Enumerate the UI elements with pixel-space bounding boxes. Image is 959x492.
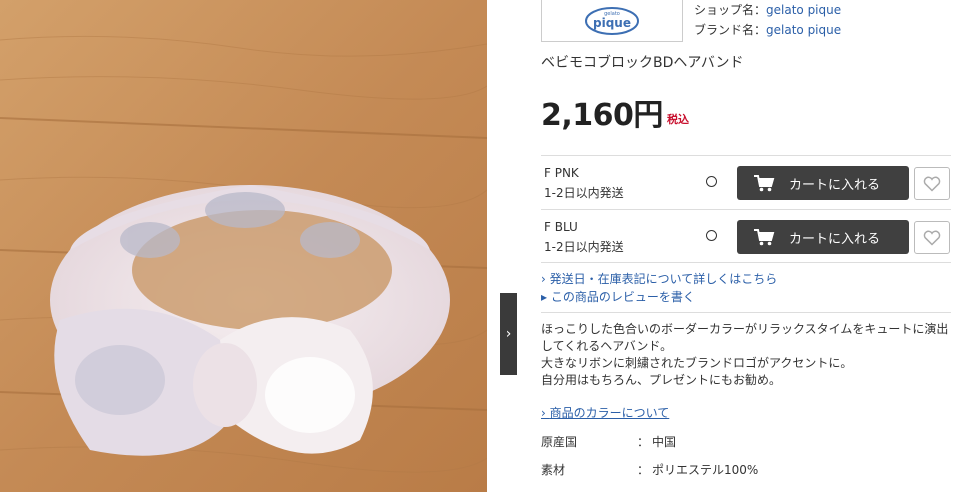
description-line: 自分用はもちろん、プレゼントにもお勧め。 bbox=[541, 373, 782, 387]
brand-label: ブランド名： bbox=[694, 23, 767, 37]
product-image bbox=[0, 0, 487, 492]
color-info-link[interactable]: › 商品のカラーについて bbox=[541, 404, 669, 421]
stock-indicator bbox=[706, 176, 717, 187]
brand-row: ブランド名：gelato pique bbox=[694, 20, 841, 40]
product-title: ベビモコブロックBDヘアバンド bbox=[541, 55, 744, 71]
spec-key: 原産国 bbox=[541, 435, 578, 449]
spec-value: ポリエステル100% bbox=[652, 463, 759, 477]
spec-separator: ： bbox=[637, 435, 650, 449]
shipping-info-link[interactable]: › 発送日・在庫表記について詳しくはこちら bbox=[541, 270, 777, 288]
brand-link[interactable]: gelato pique bbox=[766, 23, 841, 37]
cart-button-label: カートに入れる bbox=[789, 231, 881, 247]
cart-icon bbox=[753, 228, 775, 246]
write-review-link[interactable]: ▸ この商品のレビューを書く bbox=[541, 288, 777, 306]
color-info-text: 商品のカラーについて bbox=[549, 406, 670, 420]
chevron-right-icon: › bbox=[541, 406, 550, 420]
shop-link[interactable]: gelato pique bbox=[766, 3, 841, 17]
headband-photo bbox=[0, 0, 487, 492]
variant-shipping: 1-2日以内発送 bbox=[544, 240, 624, 254]
wishlist-button[interactable] bbox=[914, 167, 950, 200]
shop-meta: ショップ名：gelato pique ブランド名：gelato pique bbox=[694, 0, 841, 40]
product-price: 2,160円 bbox=[541, 98, 663, 133]
wishlist-button[interactable] bbox=[914, 221, 950, 254]
variant-list: F PNK 1-2日以内発送 カートに入れる F BLU 1-2日以内発送 カー bbox=[541, 155, 951, 263]
triangle-bullet-icon: ▸ bbox=[541, 290, 551, 304]
spec-separator: ： bbox=[637, 463, 650, 477]
info-links: › 発送日・在庫表記について詳しくはこちら ▸ この商品のレビューを書く bbox=[541, 270, 777, 306]
gelato-pique-logo: gelato pique bbox=[585, 6, 639, 35]
description-line: ほっこりした色合いのボーダーカラーがリラックスタイムをキュートに演出 bbox=[541, 322, 949, 336]
variant-row: F PNK 1-2日以内発送 カートに入れる bbox=[541, 155, 951, 209]
variant-shipping: 1-2日以内発送 bbox=[544, 186, 624, 200]
chevron-right-icon: › bbox=[505, 326, 512, 342]
chevron-right-icon: › bbox=[541, 272, 550, 286]
shop-label: ショップ名： bbox=[694, 3, 767, 17]
spec-value: 中国 bbox=[652, 435, 677, 449]
add-to-cart-button[interactable]: カートに入れる bbox=[737, 166, 909, 200]
spec-key: 素材 bbox=[541, 463, 566, 477]
product-description: ほっこりした色合いのボーダーカラーがリラックスタイムをキュートに演出 してくれる… bbox=[541, 321, 953, 389]
tax-label: 税込 bbox=[667, 113, 689, 126]
add-to-cart-button[interactable]: カートに入れる bbox=[737, 220, 909, 254]
divider bbox=[541, 312, 951, 313]
description-line: 大きなリボンに刺繍されたブランドロゴがアクセントに。 bbox=[541, 356, 853, 370]
next-image-button[interactable]: › bbox=[500, 293, 517, 375]
svg-text:pique: pique bbox=[593, 16, 631, 30]
variant-color: F BLU bbox=[544, 220, 578, 234]
product-page: › gelato pique ショップ名：gelato pique ブランド名：… bbox=[0, 0, 959, 492]
brand-logo[interactable]: gelato pique bbox=[541, 0, 683, 42]
heart-icon bbox=[923, 230, 941, 246]
review-link-text: この商品のレビューを書く bbox=[550, 290, 695, 304]
variant-color: F PNK bbox=[544, 166, 579, 180]
shop-row: ショップ名：gelato pique bbox=[694, 0, 841, 20]
stock-indicator bbox=[706, 230, 717, 241]
shipping-info-text: 発送日・在庫表記について詳しくはこちら bbox=[549, 272, 778, 286]
variant-row: F BLU 1-2日以内発送 カートに入れる bbox=[541, 209, 951, 263]
heart-icon bbox=[923, 176, 941, 192]
description-line: してくれるヘアバンド。 bbox=[541, 339, 673, 353]
cart-icon bbox=[753, 174, 775, 192]
cart-button-label: カートに入れる bbox=[789, 177, 881, 193]
